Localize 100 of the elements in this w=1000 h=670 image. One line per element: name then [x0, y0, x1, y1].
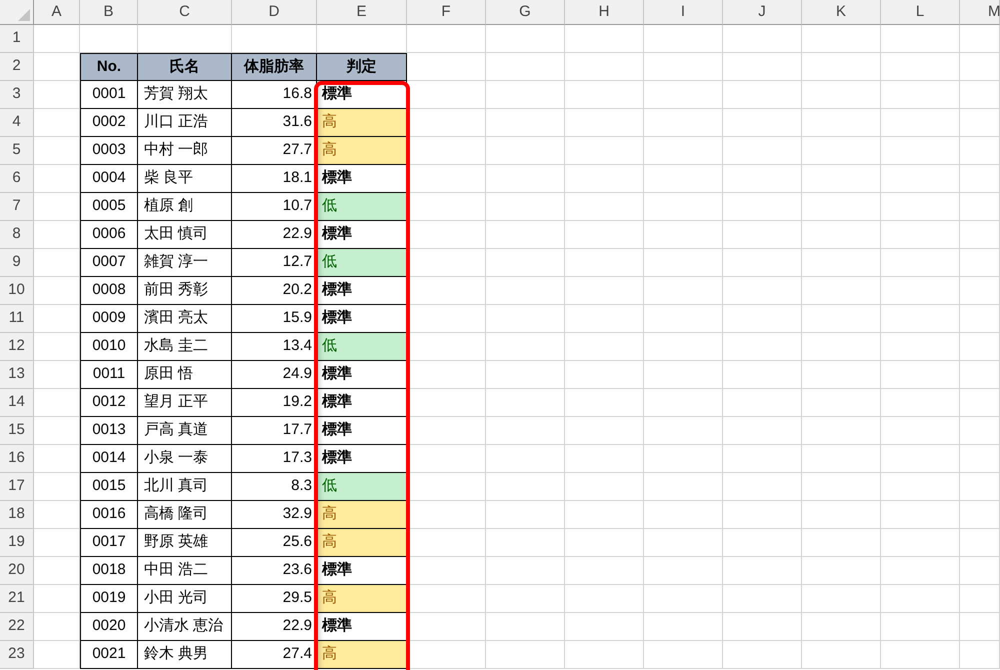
empty-cell[interactable] [486, 445, 565, 473]
empty-cell[interactable] [644, 305, 723, 333]
column-header[interactable]: A [34, 0, 80, 25]
empty-cell[interactable] [407, 25, 486, 53]
empty-cell[interactable] [723, 333, 802, 361]
row-header[interactable]: 4 [0, 109, 34, 137]
row-header[interactable]: 6 [0, 165, 34, 193]
empty-cell[interactable] [565, 473, 644, 501]
column-header[interactable]: I [644, 0, 723, 25]
empty-cell[interactable] [644, 81, 723, 109]
empty-cell[interactable] [565, 109, 644, 137]
empty-cell[interactable] [881, 417, 960, 445]
empty-cell[interactable] [960, 109, 1000, 137]
empty-cell[interactable] [960, 193, 1000, 221]
row-header[interactable]: 11 [0, 305, 34, 333]
empty-cell[interactable] [565, 417, 644, 445]
empty-cell[interactable] [881, 613, 960, 641]
column-header[interactable]: E [317, 0, 407, 25]
empty-cell[interactable] [486, 389, 565, 417]
empty-cell[interactable] [723, 53, 802, 81]
empty-cell[interactable] [644, 137, 723, 165]
empty-cell[interactable] [486, 53, 565, 81]
empty-cell[interactable] [565, 277, 644, 305]
row-header[interactable]: 20 [0, 557, 34, 585]
column-header[interactable]: L [881, 0, 960, 25]
empty-cell[interactable] [881, 25, 960, 53]
empty-cell[interactable] [802, 389, 881, 417]
empty-cell[interactable] [960, 333, 1000, 361]
empty-cell[interactable] [802, 53, 881, 81]
empty-cell[interactable] [802, 249, 881, 277]
empty-cell[interactable] [565, 25, 644, 53]
empty-cell[interactable] [644, 165, 723, 193]
empty-cell[interactable] [644, 249, 723, 277]
empty-cell[interactable] [802, 81, 881, 109]
empty-cell[interactable] [802, 277, 881, 305]
empty-cell[interactable] [486, 137, 565, 165]
empty-cell[interactable] [802, 473, 881, 501]
row-header[interactable]: 18 [0, 501, 34, 529]
empty-cell[interactable] [565, 557, 644, 585]
empty-cell[interactable] [881, 249, 960, 277]
empty-cell[interactable] [802, 529, 881, 557]
row-header[interactable]: 5 [0, 137, 34, 165]
column-header[interactable]: D [232, 0, 317, 25]
row-header[interactable]: 17 [0, 473, 34, 501]
empty-cell[interactable] [486, 613, 565, 641]
empty-cell[interactable] [960, 25, 1000, 53]
empty-cell[interactable] [644, 389, 723, 417]
row-header[interactable]: 23 [0, 641, 34, 669]
column-header[interactable]: J [723, 0, 802, 25]
empty-cell[interactable] [565, 389, 644, 417]
empty-cell[interactable] [802, 333, 881, 361]
empty-cell[interactable] [960, 613, 1000, 641]
empty-cell[interactable] [723, 81, 802, 109]
empty-cell[interactable] [723, 529, 802, 557]
empty-cell[interactable] [565, 221, 644, 249]
row-header[interactable]: 12 [0, 333, 34, 361]
empty-cell[interactable] [881, 557, 960, 585]
empty-cell[interactable] [802, 25, 881, 53]
empty-cell[interactable] [881, 641, 960, 669]
empty-cell[interactable] [644, 109, 723, 137]
empty-cell[interactable] [881, 445, 960, 473]
empty-cell[interactable] [486, 277, 565, 305]
empty-cell[interactable] [723, 221, 802, 249]
empty-cell[interactable] [960, 445, 1000, 473]
empty-cell[interactable] [486, 25, 565, 53]
empty-cell[interactable] [960, 249, 1000, 277]
empty-cell[interactable] [802, 501, 881, 529]
empty-cell[interactable] [881, 333, 960, 361]
empty-cell[interactable] [960, 529, 1000, 557]
empty-cell[interactable] [960, 585, 1000, 613]
empty-cell[interactable] [802, 557, 881, 585]
empty-cell[interactable] [802, 361, 881, 389]
empty-cell[interactable] [565, 193, 644, 221]
empty-cell[interactable] [644, 613, 723, 641]
column-header[interactable]: H [565, 0, 644, 25]
empty-cell[interactable] [565, 361, 644, 389]
empty-cell[interactable] [960, 417, 1000, 445]
empty-cell[interactable] [802, 193, 881, 221]
empty-cell[interactable] [960, 501, 1000, 529]
row-header[interactable]: 15 [0, 417, 34, 445]
column-header[interactable]: G [486, 0, 565, 25]
empty-cell[interactable] [881, 305, 960, 333]
empty-cell[interactable] [565, 333, 644, 361]
empty-cell[interactable] [881, 165, 960, 193]
empty-cell[interactable] [723, 25, 802, 53]
empty-cell[interactable] [644, 585, 723, 613]
empty-cell[interactable] [644, 417, 723, 445]
empty-cell[interactable] [486, 333, 565, 361]
row-header[interactable]: 22 [0, 613, 34, 641]
empty-cell[interactable] [486, 501, 565, 529]
empty-cell[interactable] [802, 585, 881, 613]
empty-cell[interactable] [644, 221, 723, 249]
row-header[interactable]: 1 [0, 25, 34, 53]
empty-cell[interactable] [644, 473, 723, 501]
empty-cell[interactable] [802, 165, 881, 193]
empty-cell[interactable] [802, 613, 881, 641]
row-header[interactable]: 2 [0, 53, 34, 81]
select-all-corner[interactable] [0, 0, 34, 25]
empty-cell[interactable] [802, 417, 881, 445]
empty-cell[interactable] [486, 361, 565, 389]
